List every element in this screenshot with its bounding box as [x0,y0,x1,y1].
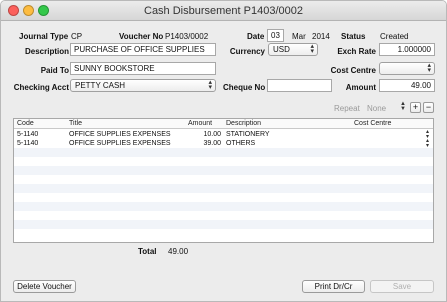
journal-type-label: Journal Type [19,32,69,41]
empty-row[interactable] [14,229,433,238]
date-label: Date [247,32,265,41]
date-day-field[interactable]: 03 [267,29,284,42]
currency-select[interactable]: USD ▴ ▾ [268,43,318,56]
cell-description: STATIONERY [226,131,270,138]
add-row-button[interactable]: + [410,102,421,113]
table-header: Code Title Amount Description Cost Centr… [14,119,433,129]
empty-row[interactable] [14,175,433,184]
status-label: Status [341,32,366,41]
column-header-cost-centre[interactable]: Cost Centre [354,120,391,127]
window-title: Cash Disbursement P1403/0002 [144,5,303,17]
date-year[interactable]: 2014 [312,32,330,41]
cell-code: 5-1140 [17,131,39,138]
lines-table[interactable]: Code Title Amount Description Cost Centr… [13,118,434,243]
title-bar: Cash Disbursement P1403/0002 [1,1,446,21]
empty-row[interactable] [14,184,433,193]
column-header-title[interactable]: Title [69,120,82,127]
cash-disbursement-window: Cash Disbursement P1403/0002 Journal Typ… [0,0,447,302]
description-field[interactable]: PURCHASE OF OFFICE SUPPLIES [70,43,216,56]
voucher-no-value: P1403/0002 [165,32,209,41]
empty-row[interactable] [14,193,433,202]
cell-code: 5-1140 [17,140,39,147]
cheque-no-field[interactable] [267,79,332,92]
checking-acct-select[interactable]: PETTY CASH ▴ ▾ [70,79,216,92]
table-row[interactable]: 5-1140 OFFICE SUPPLIES EXPENSES 10.00 ST… [14,129,433,140]
repeat-value[interactable]: None [367,104,386,113]
journal-type-value: CP [71,32,83,41]
empty-row[interactable] [14,148,433,157]
cost-centre-select[interactable]: ▴ ▾ [379,62,435,75]
paid-to-field[interactable]: SUNNY BOOKSTORE [70,62,216,75]
repeat-stepper-icon[interactable]: ▲ ▼ [400,101,406,112]
updown-arrows-icon: ▴ ▾ [208,79,212,91]
paid-to-label: Paid To [40,66,69,75]
cost-centre-label: Cost Centre [330,66,376,75]
column-header-description[interactable]: Description [226,120,261,127]
exch-rate-field[interactable]: 1.000000 [379,43,435,56]
empty-row[interactable] [14,202,433,211]
checking-acct-label: Checking Acct [13,83,69,92]
cell-title: OFFICE SUPPLIES EXPENSES [69,140,171,147]
cheque-no-label: Cheque No [223,83,266,92]
checking-acct-select-value: PETTY CASH [75,81,126,90]
empty-row[interactable] [14,211,433,220]
cell-amount: 39.00 [203,140,221,147]
cell-title: OFFICE SUPPLIES EXPENSES [69,131,171,138]
remove-row-button[interactable]: − [423,102,434,113]
empty-row[interactable] [14,166,433,175]
exch-rate-label: Exch Rate [337,47,376,56]
updown-arrows-icon: ▴ ▾ [427,62,431,74]
table-row[interactable]: 5-1140 OFFICE SUPPLIES EXPENSES 39.00 OT… [14,138,433,149]
save-button[interactable]: Save [370,280,434,293]
voucher-no-label: Voucher No [119,32,164,41]
cell-amount: 10.00 [203,131,221,138]
amount-field[interactable]: 49.00 [379,79,435,92]
empty-row[interactable] [14,220,433,229]
column-header-amount[interactable]: Amount [188,120,212,127]
total-value: 49.00 [168,247,189,256]
status-value: Created [380,32,409,41]
description-label: Description [24,47,69,56]
date-month[interactable]: Mar [292,32,306,41]
updown-arrows-icon: ▴ ▾ [310,43,314,55]
currency-select-value: USD [273,45,290,54]
column-header-code[interactable]: Code [17,120,34,127]
currency-label: Currency [229,47,265,56]
amount-label: Amount [345,83,376,92]
empty-row[interactable] [14,157,433,166]
repeat-label: Repeat [334,104,360,113]
delete-voucher-button[interactable]: Delete Voucher [13,280,76,293]
print-dr-cr-button[interactable]: Print Dr/Cr [302,280,365,293]
cell-description: OTHERS [226,140,256,147]
total-label: Total [138,247,157,256]
